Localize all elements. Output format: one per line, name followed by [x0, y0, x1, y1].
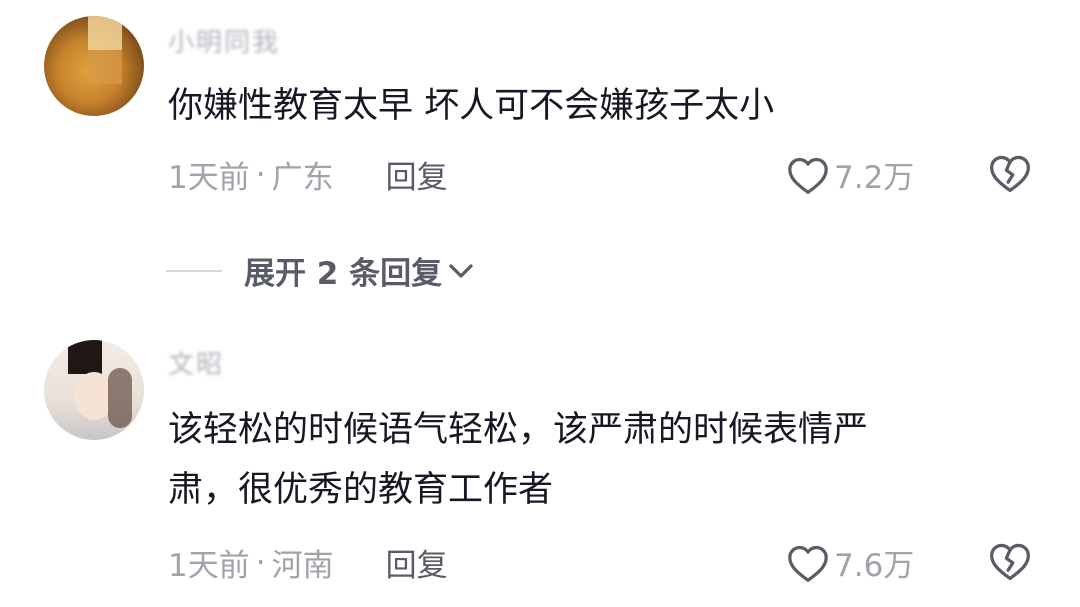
comment-item: 小明同我 你嫌性教育太早 坏人可不会嫌孩子太小 1天前 · 广东 回复 7.2万 — [0, 0, 1080, 210]
comment-username[interactable]: 小明同我 — [168, 22, 280, 59]
meta-separator: · — [255, 544, 266, 581]
reply-button[interactable]: 回复 — [386, 540, 448, 585]
comment-text-line: 该轻松的时候语气轻松，该严肃的时候表情严 — [168, 410, 869, 450]
avatar[interactable] — [44, 16, 144, 116]
comment-time: 1天前 — [168, 548, 250, 584]
avatar-mosaic — [88, 50, 122, 84]
expand-replies-label: 展开 2 条回复 — [244, 256, 443, 292]
comment-meta: 1天前 · 广东 回复 — [168, 152, 448, 197]
divider-line — [166, 269, 222, 272]
expand-replies-button[interactable]: 展开 2 条回复 — [166, 248, 476, 293]
broken-heart-icon — [990, 155, 1030, 193]
avatar-mosaic — [68, 340, 102, 374]
like-count: 7.6万 — [834, 548, 915, 584]
heart-outline-icon — [788, 157, 828, 194]
comment-time: 1天前 — [168, 160, 250, 196]
avatar-hair — [108, 368, 132, 428]
comment-location: 河南 — [271, 548, 334, 584]
comment-location: 广东 — [271, 160, 334, 196]
like-button[interactable]: 7.6万 — [786, 540, 914, 585]
like-button[interactable]: 7.2万 — [786, 152, 914, 197]
dislike-button[interactable] — [988, 540, 1032, 586]
broken-heart-icon — [990, 543, 1030, 581]
meta-separator: · — [255, 156, 266, 193]
comment-text[interactable]: 该轻松的时候语气轻松，该严肃的时候表情严 肃，很优秀的教育工作者 — [168, 400, 1008, 520]
dislike-button[interactable] — [988, 152, 1032, 198]
reply-button[interactable]: 回复 — [386, 152, 448, 197]
like-count: 7.2万 — [834, 160, 915, 196]
comment-username[interactable]: 文昭 — [168, 344, 224, 381]
chevron-down-icon — [449, 263, 473, 278]
comment-meta: 1天前 · 河南 回复 — [168, 540, 448, 585]
heart-outline-icon — [788, 545, 828, 582]
avatar[interactable] — [44, 340, 144, 440]
avatar-mosaic — [88, 16, 122, 50]
comment-text-line: 肃，很优秀的教育工作者 — [168, 470, 554, 510]
comment-item: 文昭 该轻松的时候语气轻松，该严肃的时候表情严 肃，很优秀的教育工作者 1天前 … — [0, 330, 1080, 607]
comment-text[interactable]: 你嫌性教育太早 坏人可不会嫌孩子太小 — [168, 76, 1008, 136]
